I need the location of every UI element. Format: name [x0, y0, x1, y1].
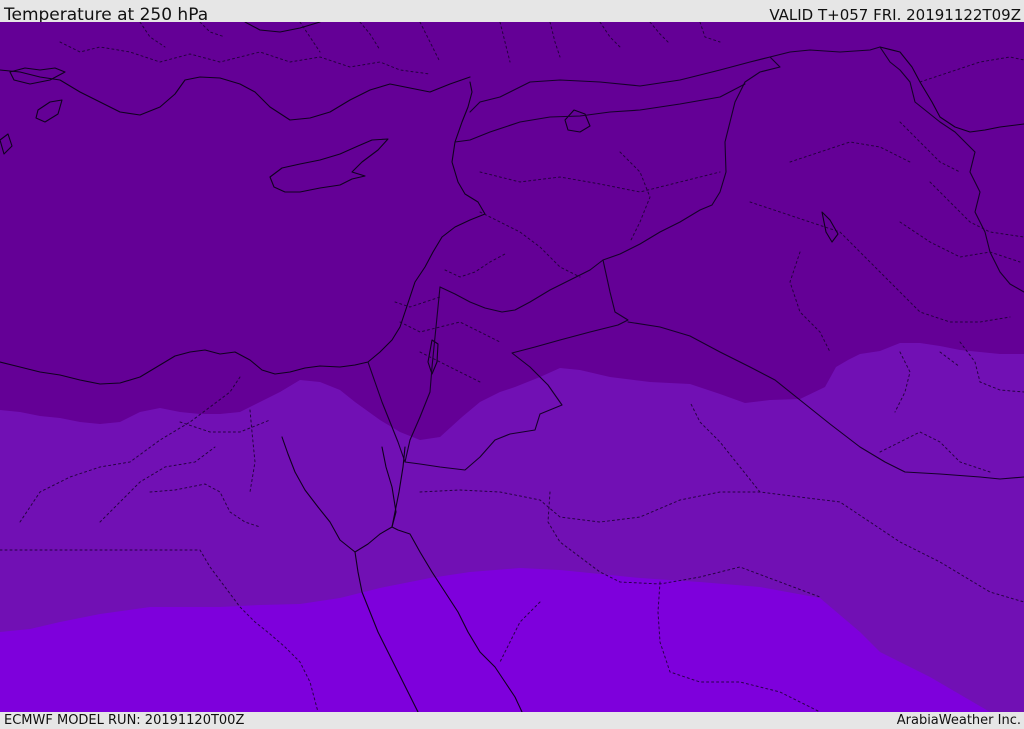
weather-map-page: Temperature at 250 hPa VALID T+057 FRI. … — [0, 0, 1024, 729]
model-run-label: ECMWF MODEL RUN: 20191120T00Z — [4, 713, 245, 728]
temperature-map — [0, 22, 1024, 712]
credit-label: ArabiaWeather Inc. — [896, 713, 1021, 728]
map-canvas — [0, 22, 1024, 712]
footer-bar: ECMWF MODEL RUN: 20191120T00Z ArabiaWeat… — [0, 712, 1024, 729]
header-bar: Temperature at 250 hPa VALID T+057 FRI. … — [0, 0, 1024, 25]
